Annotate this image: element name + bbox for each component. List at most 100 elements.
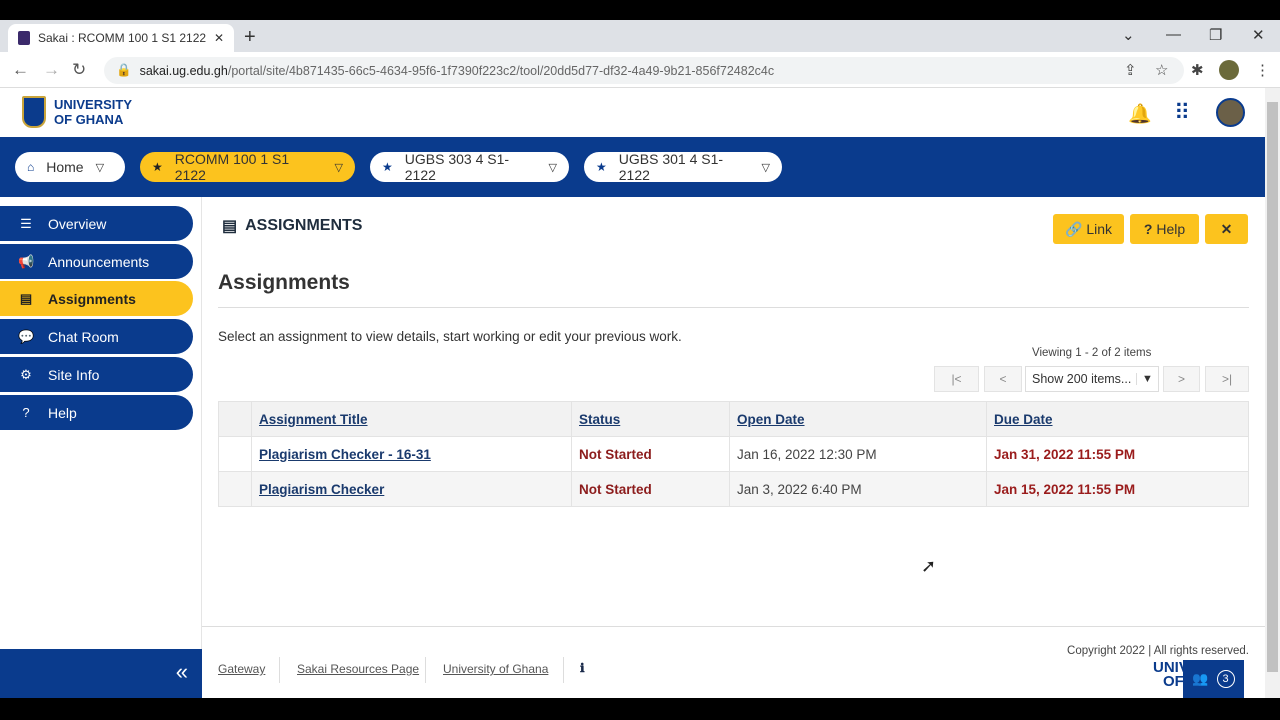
close-window-button[interactable]: ✕ bbox=[1252, 26, 1265, 44]
restore-button[interactable]: ❐ bbox=[1209, 26, 1222, 44]
university-logo[interactable]: UNIVERSITY OF GHANA bbox=[22, 96, 132, 128]
help-label: Help bbox=[1156, 221, 1186, 237]
home-icon: ⌂ bbox=[27, 160, 35, 174]
sidebar-item-label: Announcements bbox=[48, 253, 150, 270]
first-page-button[interactable]: |< bbox=[934, 366, 979, 392]
extensions-icon[interactable]: ✱ bbox=[1191, 61, 1204, 79]
bell-icon[interactable]: 🔔 bbox=[1128, 102, 1152, 126]
sidebar-item-overview[interactable]: ☰ Overview bbox=[0, 206, 193, 241]
table-header-row: Assignment Title Status Open Date Due Da… bbox=[218, 401, 1249, 437]
tool-title-text: ASSIGNMENTS bbox=[245, 217, 363, 234]
sort-due-date-link[interactable]: Due Date bbox=[994, 412, 1053, 427]
user-avatar[interactable] bbox=[1216, 98, 1245, 127]
site-label: RCOMM 100 1 S1 2122 bbox=[174, 151, 290, 183]
column-open-date[interactable]: Open Date bbox=[729, 401, 987, 437]
assignment-link[interactable]: Plagiarism Checker - 16-31 bbox=[259, 447, 431, 462]
instructions: Select an assignment to view details, st… bbox=[218, 329, 682, 344]
info-icon[interactable]: ℹ bbox=[580, 661, 585, 675]
browser-tab[interactable]: Sakai : RCOMM 100 1 S1 2122 : A ✕ bbox=[8, 24, 234, 52]
bookmark-star-icon[interactable]: ☆ bbox=[1155, 61, 1168, 79]
sort-open-date-link[interactable]: Open Date bbox=[737, 412, 805, 427]
reload-button[interactable]: ↻ bbox=[72, 60, 86, 80]
site-tab-ugbs301[interactable]: ★ UGBS 301 4 S1-2122 ▽ bbox=[584, 151, 782, 183]
site-tab-ugbs303[interactable]: ★ UGBS 303 4 S1-2122 ▽ bbox=[370, 151, 569, 183]
tab-title: Sakai : RCOMM 100 1 S1 2122 : A bbox=[38, 31, 206, 45]
site-label: Home bbox=[46, 159, 84, 175]
last-page-button[interactable]: >| bbox=[1205, 366, 1249, 392]
due-date-cell: Jan 15, 2022 11:55 PM bbox=[986, 471, 1249, 507]
scrollbar-thumb[interactable] bbox=[1267, 102, 1278, 672]
url-host: sakai.ug.edu.gh bbox=[139, 63, 228, 78]
divider bbox=[425, 657, 426, 683]
site-tab-home[interactable]: ⌂ Home ▽ bbox=[15, 152, 125, 182]
expand-icon: ✕ bbox=[1220, 220, 1233, 237]
select-column bbox=[218, 401, 252, 437]
column-status[interactable]: Status bbox=[571, 401, 730, 437]
footer-link-gateway[interactable]: Gateway bbox=[218, 662, 265, 676]
prev-page-button[interactable]: < bbox=[984, 366, 1022, 392]
divider bbox=[279, 657, 280, 683]
footer-link-university[interactable]: University of Ghana bbox=[443, 662, 548, 676]
lock-icon: 🔒 bbox=[116, 63, 132, 77]
gear-icon: ⚙ bbox=[20, 366, 32, 382]
sidebar-item-site-info[interactable]: ⚙ Site Info bbox=[0, 357, 193, 392]
next-page-button[interactable]: > bbox=[1163, 366, 1200, 392]
sidebar-item-announcements[interactable]: 📢 Announcements bbox=[0, 244, 193, 279]
tab-search-icon[interactable]: ⌄ bbox=[1122, 26, 1135, 44]
page-size-select[interactable]: Show 200 items... ▼ bbox=[1025, 366, 1159, 392]
column-due-date[interactable]: Due Date bbox=[986, 401, 1249, 437]
link-icon: 🔗 bbox=[1064, 220, 1083, 237]
due-date-cell: Jan 31, 2022 11:55 PM bbox=[986, 436, 1249, 472]
star-icon: ★ bbox=[596, 160, 607, 174]
site-header: UNIVERSITY OF GHANA bbox=[0, 88, 1265, 137]
favicon-icon bbox=[18, 31, 30, 45]
tool-sidebar: ☰ Overview 📢 Announcements ▤ Assignments 💬 C… bbox=[0, 197, 202, 698]
tool-content: ▤ ASSIGNMENTS 🔗 Link ? Help ✕ Assignments S… bbox=[202, 197, 1265, 627]
close-tab-icon[interactable]: ✕ bbox=[214, 31, 224, 45]
chevron-down-icon[interactable]: ▽ bbox=[335, 161, 343, 174]
sort-title-link[interactable]: Assignment Title bbox=[259, 412, 368, 427]
fullscreen-button[interactable]: ✕ bbox=[1205, 214, 1248, 244]
menu-icon[interactable]: ⋮ bbox=[1255, 61, 1270, 79]
status-cell: Not Started bbox=[571, 471, 730, 507]
assignment-link[interactable]: Plagiarism Checker bbox=[259, 482, 384, 497]
viewing-count: Viewing 1 - 2 of 2 items bbox=[1032, 347, 1152, 359]
chevron-down-icon[interactable]: ▽ bbox=[549, 161, 557, 174]
sidebar-item-assignments[interactable]: ▤ Assignments bbox=[0, 281, 193, 316]
crest-icon bbox=[22, 96, 46, 128]
share-icon[interactable]: ⇪ bbox=[1124, 61, 1137, 79]
help-button[interactable]: ? Help bbox=[1130, 214, 1199, 244]
sidebar-item-chat-room[interactable]: 💬 Chat Room bbox=[0, 319, 193, 354]
sidebar-item-label: Overview bbox=[48, 215, 107, 232]
copyright: Copyright 2022 | All rights reserved. bbox=[1067, 645, 1249, 657]
megaphone-icon: 📢 bbox=[18, 253, 35, 269]
link-button[interactable]: 🔗 Link bbox=[1053, 214, 1124, 244]
status-cell: Not Started bbox=[571, 436, 730, 472]
chat-presence-button[interactable]: 👥 3 bbox=[1183, 660, 1244, 698]
site-tab-rcomm[interactable]: ★ RCOMM 100 1 S1 2122 ▽ bbox=[140, 151, 355, 183]
url-field[interactable]: 🔒 sakai.ug.edu.gh/portal/site/4b871435-66… bbox=[104, 57, 1184, 84]
footer-link-resources[interactable]: Sakai Resources Page bbox=[297, 662, 419, 676]
table-row: Plagiarism Checker - 16-31 Not Started J… bbox=[218, 436, 1249, 472]
url-path: /portal/site/4b871435-66c5-4634-95f6-1f7… bbox=[227, 63, 775, 78]
back-button[interactable]: ← bbox=[12, 60, 29, 80]
sidebar-item-help[interactable]: ? Help bbox=[0, 395, 193, 430]
profile-avatar[interactable] bbox=[1219, 60, 1239, 80]
sakai-page: UNIVERSITY OF GHANA ⌂ Home ▽ ★ RCOMM 100 1 S… bbox=[0, 88, 1265, 698]
divider bbox=[218, 307, 1249, 308]
logo-line1: UNIVERSITY bbox=[54, 97, 133, 112]
apps-grid-icon[interactable]: ⠿ bbox=[1174, 100, 1190, 126]
collapse-sidebar-button[interactable]: « bbox=[0, 649, 202, 698]
column-title[interactable]: Assignment Title bbox=[251, 401, 572, 437]
caret-down-icon: ▼ bbox=[1136, 373, 1158, 385]
minimize-button[interactable]: — bbox=[1166, 26, 1181, 43]
new-tab-button[interactable]: + bbox=[244, 26, 256, 49]
sort-status-link[interactable]: Status bbox=[579, 412, 620, 427]
page-heading: Assignments bbox=[218, 271, 350, 294]
site-label: UGBS 301 4 S1-2122 bbox=[618, 151, 724, 183]
forward-button[interactable]: → bbox=[43, 60, 60, 80]
chevron-down-icon[interactable]: ▽ bbox=[96, 161, 104, 174]
chevron-down-icon[interactable]: ▽ bbox=[762, 161, 770, 174]
row-select bbox=[218, 436, 252, 472]
open-date-cell: Jan 16, 2022 12:30 PM bbox=[729, 436, 987, 472]
